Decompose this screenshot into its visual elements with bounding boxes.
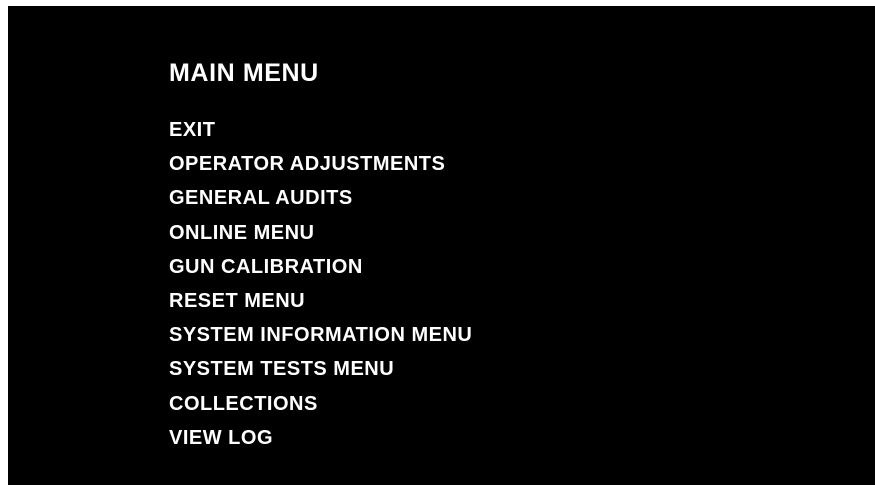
menu-item-operator-adjustments[interactable]: OPERATOR ADJUSTMENTS	[169, 147, 472, 181]
menu-item-online-menu[interactable]: ONLINE MENU	[169, 216, 472, 250]
menu-item-exit[interactable]: EXIT	[169, 113, 472, 147]
menu-item-gun-calibration[interactable]: GUN CALIBRATION	[169, 250, 472, 284]
menu-item-system-information-menu[interactable]: SYSTEM INFORMATION MENU	[169, 318, 472, 352]
menu-item-system-tests-menu[interactable]: SYSTEM TESTS MENU	[169, 352, 472, 386]
operator-menu-screen: MAIN MENU EXIT OPERATOR ADJUSTMENTS GENE…	[8, 6, 875, 485]
menu-item-reset-menu[interactable]: RESET MENU	[169, 284, 472, 318]
menu-title: MAIN MENU	[169, 59, 319, 87]
menu-item-general-audits[interactable]: GENERAL AUDITS	[169, 181, 472, 215]
menu-list: EXIT OPERATOR ADJUSTMENTS GENERAL AUDITS…	[169, 113, 472, 455]
menu-item-view-log[interactable]: VIEW LOG	[169, 421, 472, 455]
menu-item-collections[interactable]: COLLECTIONS	[169, 387, 472, 421]
